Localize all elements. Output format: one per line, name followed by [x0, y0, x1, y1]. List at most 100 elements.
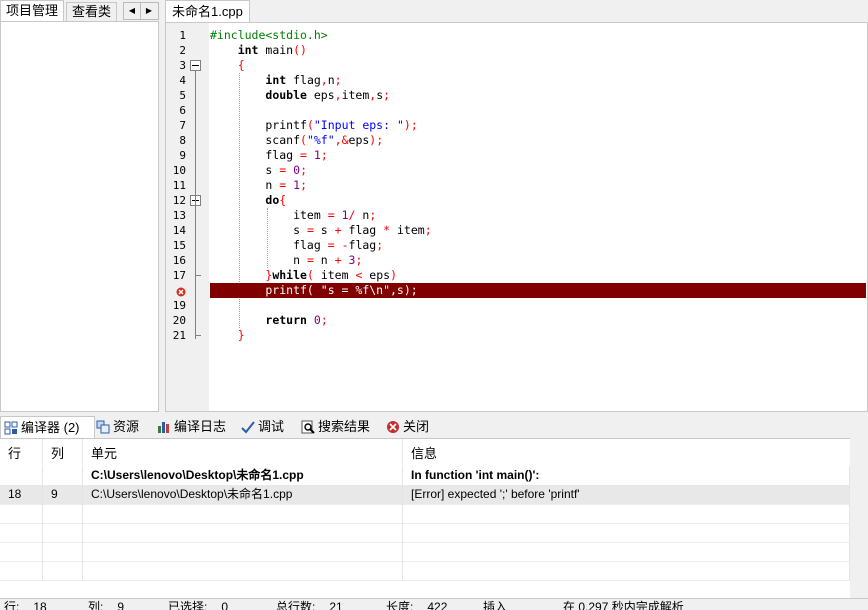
tab-scroll-buttons: ◀ ▶ [123, 2, 159, 20]
column-header-col[interactable]: 列 [43, 439, 83, 465]
table-scrollbar[interactable] [850, 438, 868, 598]
code-token: { [279, 193, 287, 207]
code-line[interactable]: #include<stdio.h> [210, 28, 866, 43]
code-line[interactable]: int main() [210, 43, 866, 58]
tab-debug-check[interactable]: 调试 [238, 416, 298, 437]
table-row[interactable]: C:\Users\lenovo\Desktop\未命名1.cpp In funct… [0, 466, 850, 486]
cell-info [403, 523, 850, 542]
status-bar: 行: 18 列: 9 已选择: 0 总行数: 21 长度: 422 插入在 0.297 秒内完成解析 [0, 598, 868, 610]
code-token: () [293, 43, 307, 57]
code-token: , [320, 73, 328, 87]
table-row[interactable] [0, 561, 850, 581]
column-header-info[interactable]: 信息 [403, 439, 850, 465]
tab-label: 关闭 [403, 419, 430, 434]
code-token: 1 [341, 208, 349, 222]
tab-compiler-grid[interactable]: 编译器 (2) [0, 416, 95, 438]
project-panel: 项目管理 查看类 ◀ ▶ [0, 0, 160, 412]
tab-label: 编译日志 [174, 419, 227, 434]
code-line[interactable]: n = n + 3; [210, 253, 866, 268]
message-tab-bar: 编译器 (2) 资源 编译日志 调试 搜索结果 关闭 [0, 416, 868, 438]
tab-resources[interactable]: 资源 [93, 416, 154, 437]
tab-close[interactable]: 关闭 [383, 416, 441, 437]
line-number: 17 [172, 269, 186, 282]
code-token: = [306, 253, 314, 267]
code-line[interactable]: } [210, 328, 866, 343]
code-token: ( [306, 118, 314, 132]
tab-class-browser[interactable]: 查看类 [66, 2, 118, 21]
code-token: flag [210, 238, 328, 252]
column-header-unit[interactable]: 单元 [83, 439, 403, 465]
table-row[interactable] [0, 542, 850, 562]
code-token: s [210, 223, 307, 237]
tab-project-manager[interactable]: 项目管理 [0, 0, 65, 22]
cell-unit [83, 504, 403, 523]
line-number: 7 [179, 119, 186, 132]
code-line[interactable]: double eps,item,s; [210, 88, 866, 103]
line-number: 6 [179, 104, 186, 117]
code-token: } [237, 328, 245, 342]
code-token: ; [300, 178, 307, 192]
cell-line [0, 542, 43, 561]
code-token: ( [306, 268, 314, 282]
scroll-left-icon[interactable]: ◀ [124, 3, 141, 19]
code-token: eps [348, 133, 370, 147]
code-editor[interactable]: 123456789101112131415161718192021 #inclu… [165, 22, 868, 412]
code-line[interactable]: do{ [210, 193, 866, 208]
line-number: 8 [179, 134, 186, 147]
code-token: ; [300, 163, 307, 177]
code-line[interactable]: flag = 1; [210, 148, 866, 163]
cell-col: 9 [43, 485, 83, 504]
code-token: while [272, 268, 307, 282]
cell-col [43, 504, 83, 523]
scroll-right-icon[interactable]: ▶ [141, 3, 157, 19]
code-token: s [210, 163, 280, 177]
column-header-line[interactable]: 行 [0, 439, 43, 465]
code-line[interactable]: { [210, 58, 866, 73]
code-line[interactable]: int flag,n; [210, 73, 866, 88]
cell-info [403, 504, 850, 523]
table-row[interactable]: 18 9 C:\Users\lenovo\Desktop\未命名1.cpp [Erro… [0, 485, 850, 505]
tab-label: 资源 [113, 419, 140, 434]
line-number: 9 [179, 149, 186, 162]
table-row[interactable] [0, 523, 850, 543]
code-line[interactable] [210, 298, 866, 313]
project-tree[interactable] [0, 21, 159, 412]
error-marker-icon [176, 286, 186, 297]
code-line[interactable]: s = s + flag * item; [210, 223, 866, 238]
cell-info: [Error] expected ';' before 'printf' [403, 485, 850, 504]
code-line-error[interactable]: printf( "s = %f\n",s); [210, 283, 866, 298]
fold-collapse-icon[interactable] [190, 60, 201, 71]
code-token: 0 [313, 313, 321, 327]
tab-label: 编译器 (2) [21, 420, 80, 435]
code-line[interactable] [210, 103, 866, 118]
code-line[interactable]: }while( item < eps) [210, 268, 866, 283]
code-line[interactable]: s = 0; [210, 163, 866, 178]
code-line[interactable]: scanf("%f",&eps); [210, 133, 866, 148]
code-token: main [258, 43, 294, 57]
code-token: ; [320, 313, 328, 327]
code-token: item [390, 223, 425, 237]
code-line[interactable]: printf("Input eps: "); [210, 118, 866, 133]
cell-col [43, 542, 83, 561]
code-token: ); [403, 118, 418, 132]
cell-unit: C:\Users\lenovo\Desktop\未命名1.cpp [83, 485, 403, 504]
code-token: ; [334, 73, 342, 87]
cell-unit: C:\Users\lenovo\Desktop\未命名1.cpp [83, 466, 403, 485]
line-number: 3 [179, 59, 186, 72]
code-line[interactable]: item = 1/ n; [210, 208, 866, 223]
tab-compile-log-chart[interactable]: 编译日志 [154, 416, 238, 437]
table-row[interactable] [0, 504, 850, 524]
tab-search-results[interactable]: 搜索结果 [298, 416, 383, 437]
code-token: ; [383, 88, 391, 102]
tab-file[interactable]: 未命名1.cpp [165, 0, 250, 22]
line-number: 10 [172, 164, 186, 177]
code-line[interactable]: flag = -flag; [210, 238, 866, 253]
code-line[interactable]: return 0; [210, 313, 866, 328]
code-line[interactable]: n = 1; [210, 178, 866, 193]
code-area[interactable]: #include<stdio.h> int main() { int flag,… [210, 23, 867, 411]
